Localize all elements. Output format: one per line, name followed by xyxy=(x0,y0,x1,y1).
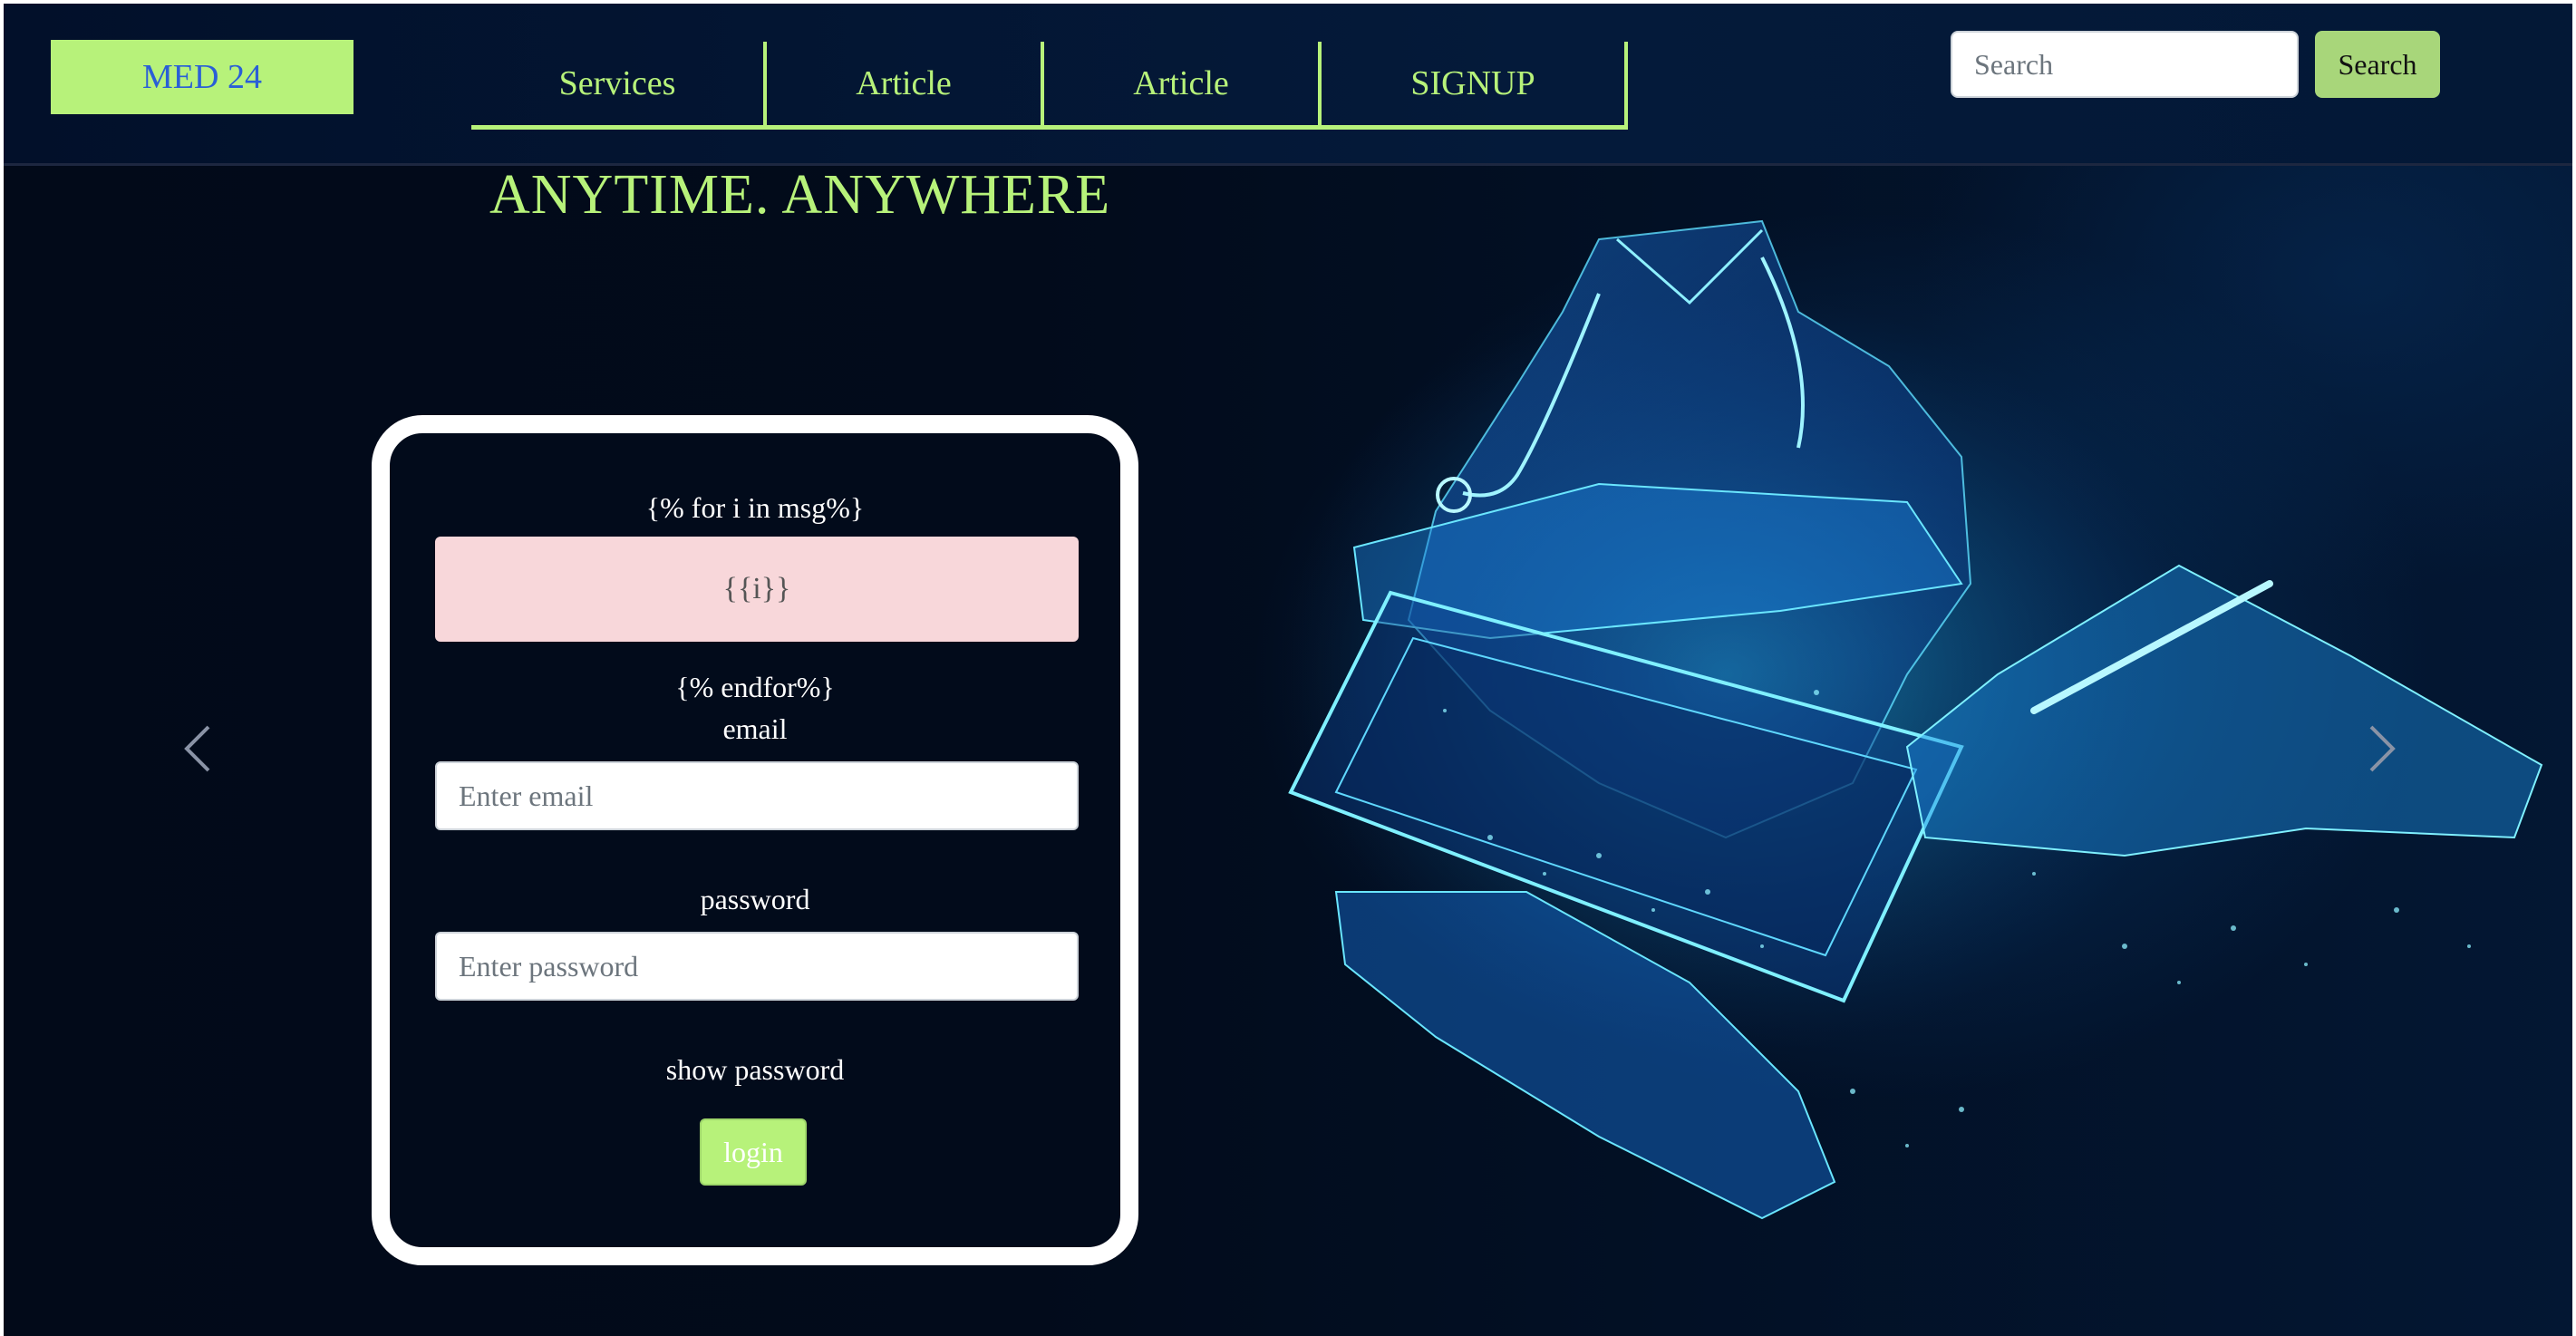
template-loop-end: {% endfor%} xyxy=(675,671,835,703)
search-button[interactable]: Search xyxy=(2315,31,2440,98)
message-alert: {{i}} xyxy=(435,537,1079,642)
brand-logo[interactable]: MED 24 xyxy=(51,40,353,114)
search-input[interactable] xyxy=(1951,31,2299,98)
email-field[interactable] xyxy=(435,761,1079,830)
password-field[interactable] xyxy=(435,932,1079,1001)
password-label: password xyxy=(700,883,810,915)
hero-tagline: ANYTIME. ANYWHERE xyxy=(489,164,1111,226)
chevron-right-icon xyxy=(2369,725,2396,772)
carousel-prev-button[interactable] xyxy=(179,721,216,776)
message-text: {{i}} xyxy=(722,572,791,605)
template-loop-start: {% for i in msg%} xyxy=(645,491,865,524)
page-frame: MED 24 Services Article Article SIGNUP S… xyxy=(4,4,2572,1336)
email-label: email xyxy=(722,712,788,745)
carousel-next-button[interactable] xyxy=(2364,721,2400,776)
login-button[interactable]: login xyxy=(700,1118,807,1186)
nav-item-article[interactable]: Article xyxy=(767,42,1044,125)
nav-item-signup[interactable]: SIGNUP xyxy=(1322,42,1628,125)
nav-item-article-2[interactable]: Article xyxy=(1044,42,1322,125)
nav-item-services[interactable]: Services xyxy=(471,42,767,125)
top-navbar: MED 24 Services Article Article SIGNUP S… xyxy=(4,4,2572,166)
chevron-left-icon xyxy=(184,725,210,772)
show-password-toggle[interactable]: show password xyxy=(390,1053,1120,1087)
main-nav: Services Article Article SIGNUP xyxy=(471,42,1628,130)
login-card: {% for i in msg%} {{i}} {% endfor%} emai… xyxy=(372,415,1138,1265)
